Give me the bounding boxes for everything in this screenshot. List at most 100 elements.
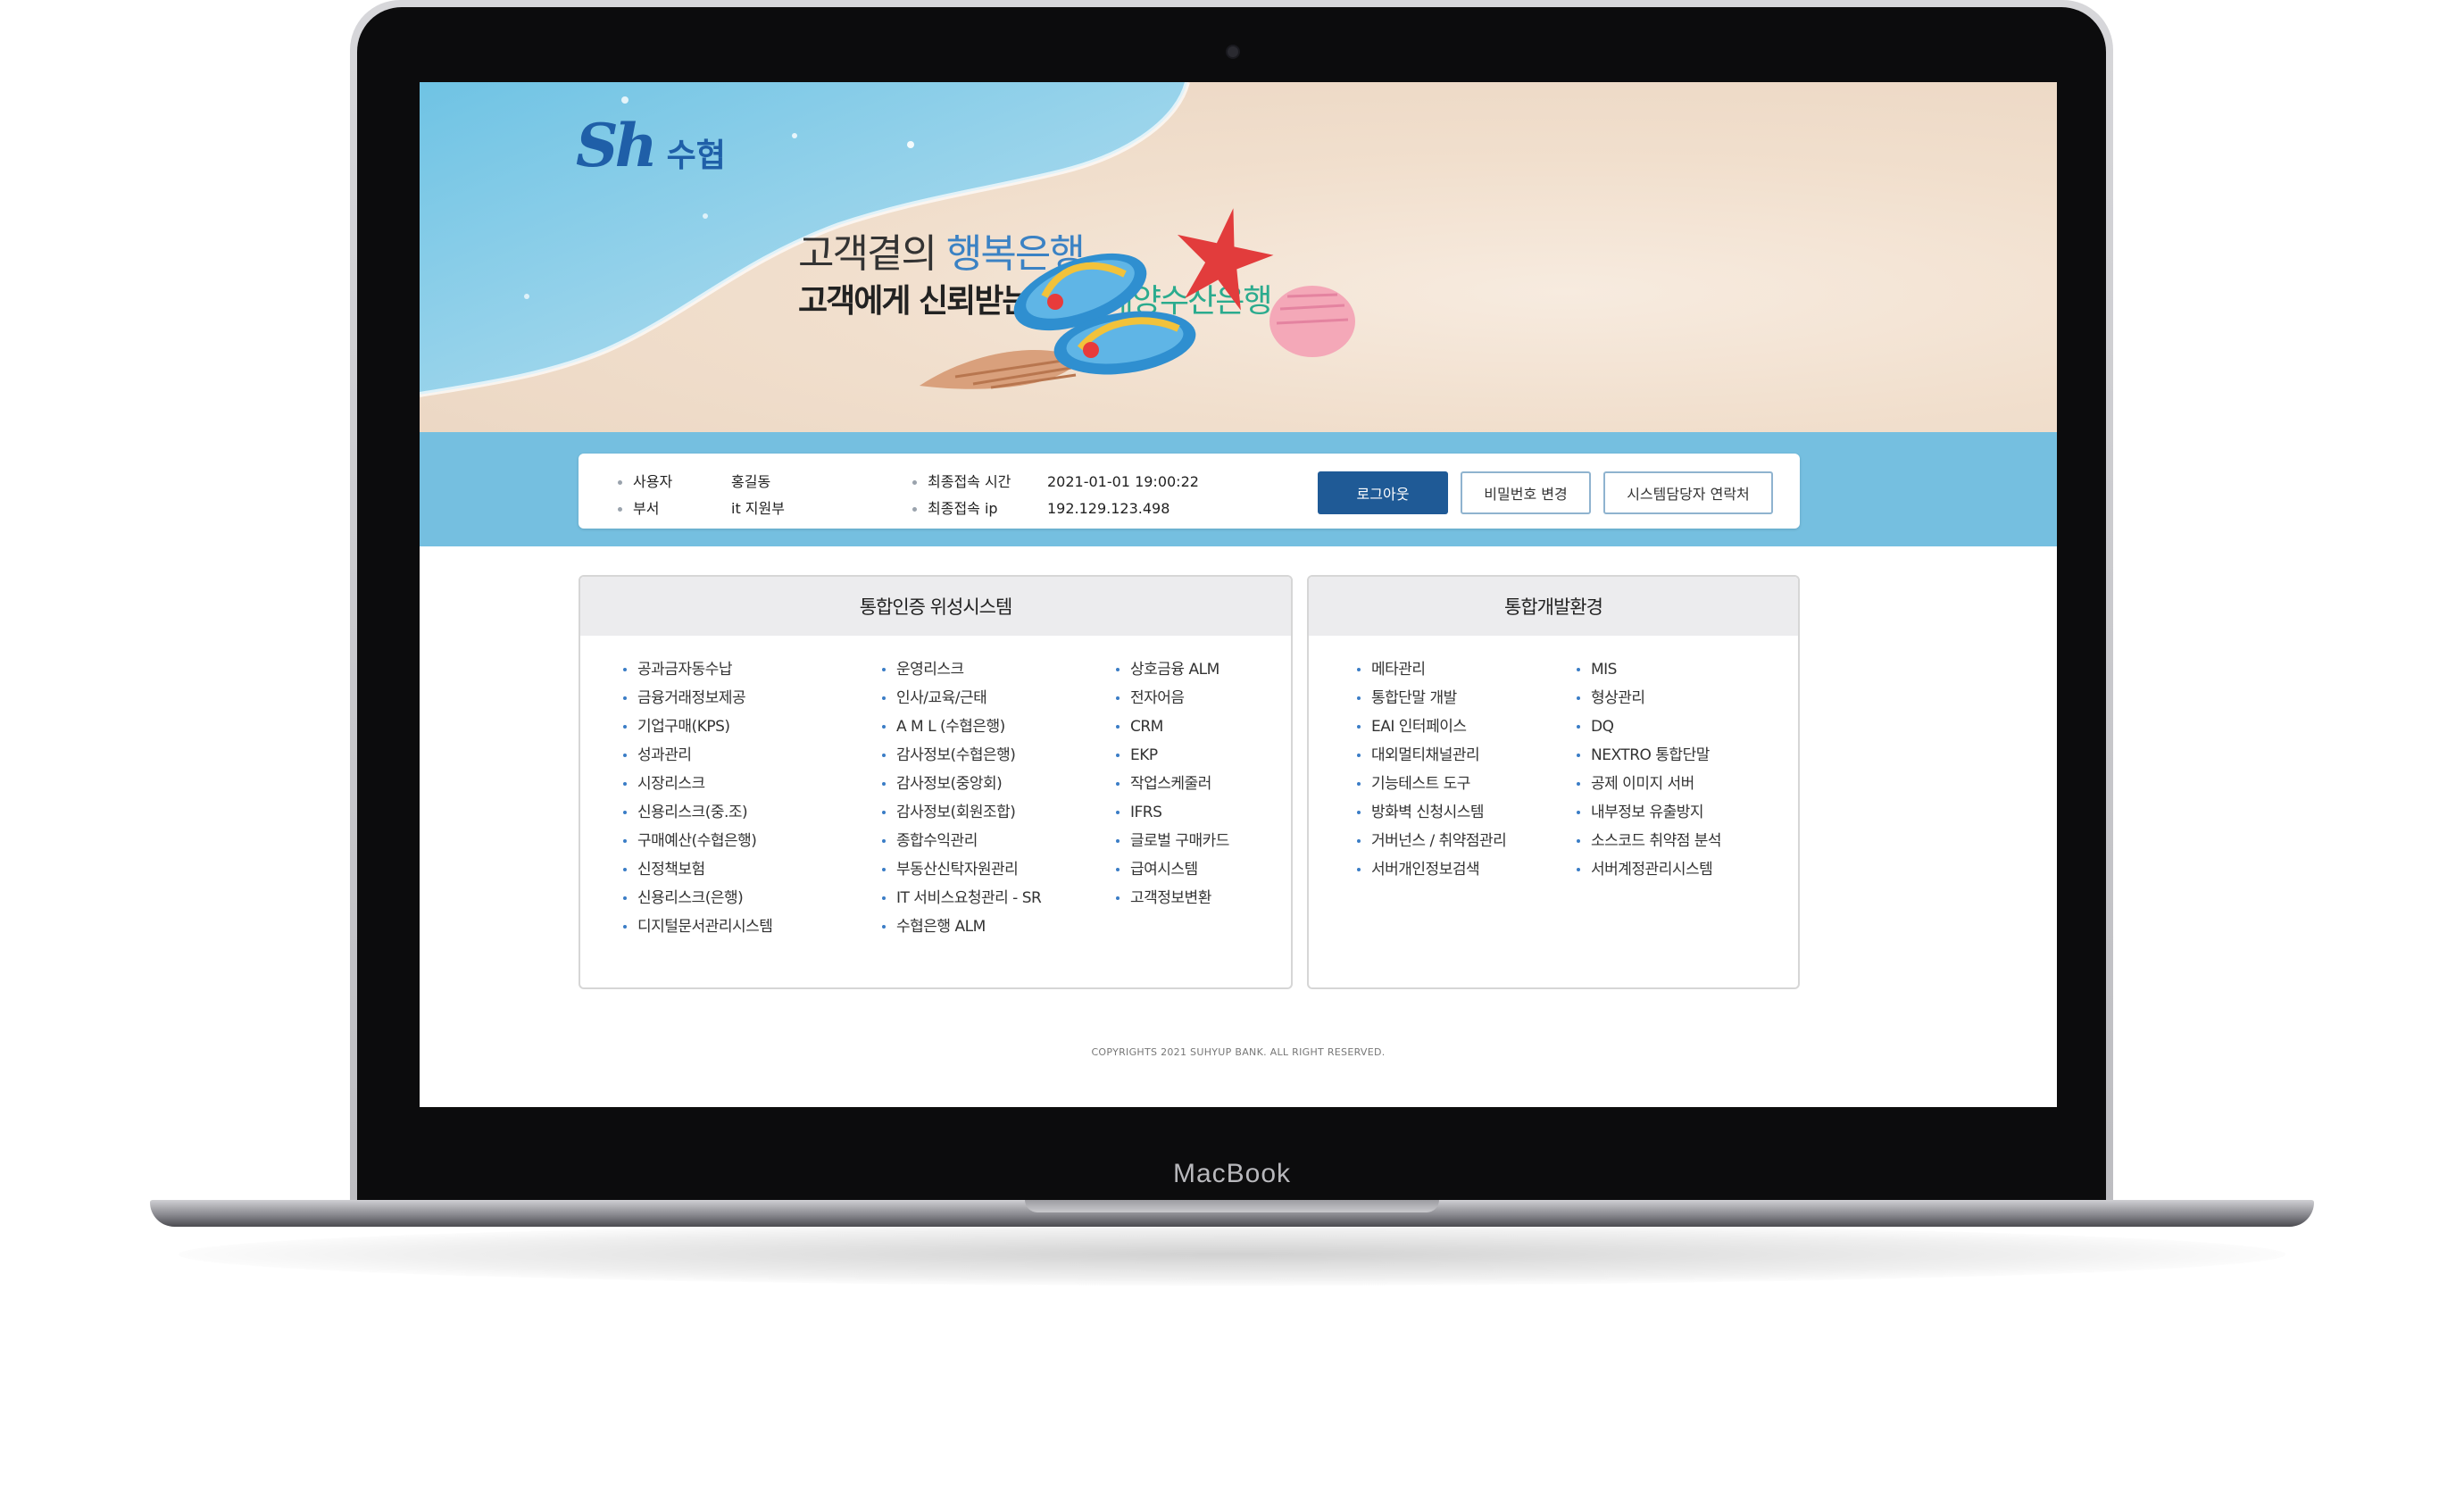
- system-link[interactable]: 신용리스크(중.조): [623, 798, 772, 827]
- system-link-label: 상호금융 ALM: [1130, 661, 1220, 679]
- system-link[interactable]: 감사정보(중앙회): [882, 770, 1041, 798]
- scallop-shell-icon: [1269, 286, 1355, 357]
- system-link[interactable]: 거버넌스 / 취약점관리: [1357, 827, 1507, 855]
- bullet-icon: [1577, 811, 1580, 814]
- system-link-label: 메타관리: [1371, 661, 1426, 679]
- bullet-icon: [623, 696, 627, 700]
- system-link[interactable]: 구매예산(수협은행): [623, 827, 772, 855]
- system-link[interactable]: 작업스케줄러: [1116, 770, 1229, 798]
- system-link[interactable]: 인사/교육/근태: [882, 684, 1041, 712]
- system-link[interactable]: 디지털문서관리시스템: [623, 912, 773, 941]
- bullet-icon: [1357, 668, 1361, 671]
- system-link[interactable]: 감사정보(회원조합): [882, 798, 1041, 827]
- bullet-icon: [882, 725, 886, 729]
- system-link-label: 신용리스크(은행): [637, 889, 744, 907]
- system-link-label: 글로벌 구매카드: [1130, 832, 1229, 850]
- screen: Sh 수협 고객곁의 행복은행 고객에게 신뢰받는 일류 해양수산은행 사용자 …: [420, 82, 2057, 1107]
- system-link[interactable]: MIS: [1577, 655, 1721, 684]
- system-link[interactable]: 서버계정관리시스템: [1577, 855, 1721, 884]
- system-link[interactable]: 방화벽 신청시스템: [1357, 798, 1506, 827]
- hero-banner: Sh 수협 고객곁의 행복은행 고객에게 신뢰받는 일류 해양수산은행: [420, 82, 2057, 432]
- bullet-icon: [912, 480, 917, 485]
- bullet-icon: [1116, 696, 1120, 700]
- system-link[interactable]: 부동산신탁자원관리: [882, 855, 1041, 884]
- bullet-icon: [882, 696, 886, 700]
- system-link[interactable]: 신정책보험: [623, 855, 772, 884]
- bullet-icon: [623, 754, 627, 757]
- system-list: 공과금자동수납 금융거래정보제공 기업구매(KPS) 성과관리시장리스크신용리스크(중…: [623, 655, 773, 941]
- bullet-icon: [1577, 782, 1580, 786]
- bullet-icon: [1577, 725, 1580, 729]
- system-link[interactable]: 대외멀티채널관리: [1357, 741, 1506, 770]
- system-link-label: 인사/교육/근태: [896, 689, 987, 707]
- system-link-label: 서버계정관리시스템: [1591, 861, 1713, 879]
- system-link[interactable]: A M L (수협은행): [882, 712, 1041, 741]
- system-link[interactable]: IFRS: [1116, 798, 1229, 827]
- system-link[interactable]: 전자어음: [1116, 684, 1229, 712]
- system-link[interactable]: 기능테스트 도구: [1357, 770, 1506, 798]
- bullet-icon: [882, 839, 886, 843]
- logout-button[interactable]: 로그아웃: [1318, 471, 1448, 514]
- system-link[interactable]: 수협은행 ALM: [882, 912, 1041, 941]
- system-link-label: 소스코드 취약점 분석: [1591, 832, 1722, 850]
- system-link-label: 신정책보험: [637, 861, 705, 879]
- bullet-icon: [882, 925, 886, 929]
- system-link[interactable]: 급여시스템: [1116, 855, 1229, 884]
- system-link[interactable]: 서버개인정보검색: [1357, 855, 1506, 884]
- system-link[interactable]: 성과관리: [623, 741, 772, 770]
- system-link[interactable]: IT 서비스요청관리 - SR: [882, 884, 1042, 912]
- bullet-icon: [1357, 725, 1361, 729]
- system-link-label: 기능테스트 도구: [1371, 775, 1470, 793]
- system-link-label: 대외멀티채널관리: [1371, 746, 1480, 764]
- system-link-label: 서버개인정보검색: [1371, 861, 1480, 879]
- bullet-icon: [1577, 839, 1580, 843]
- system-link-label: 감사정보(회원조합): [896, 804, 1016, 821]
- change-password-button[interactable]: 비밀번호 변경: [1461, 471, 1591, 514]
- system-link[interactable]: 금융거래정보제공: [623, 684, 772, 712]
- system-link[interactable]: 형상관리: [1577, 684, 1721, 712]
- system-link[interactable]: 내부정보 유출방지: [1577, 798, 1721, 827]
- laptop-notch: [1025, 1200, 1439, 1212]
- system-link[interactable]: 글로벌 구매카드: [1116, 827, 1229, 855]
- system-link[interactable]: EKP: [1116, 741, 1229, 770]
- bullet-icon: [1116, 725, 1120, 729]
- system-link-label: DQ: [1591, 718, 1614, 736]
- bullet-icon: [882, 868, 886, 871]
- system-link[interactable]: 종합수익관리: [882, 827, 1041, 855]
- last-time-value: 2021-01-01 19:00:22: [1047, 473, 1199, 490]
- user-label: 사용자: [633, 473, 673, 490]
- system-link-label: 시장리스크: [637, 775, 705, 793]
- panel-title: 통합인증 위성시스템: [580, 577, 1291, 636]
- system-link[interactable]: 상호금융 ALM: [1116, 655, 1229, 684]
- system-link[interactable]: 공과금자동수납: [623, 655, 772, 684]
- system-link-label: 급여시스템: [1130, 861, 1198, 879]
- system-link[interactable]: 고객정보변환: [1116, 884, 1229, 912]
- system-link[interactable]: 공제 이미지 서버: [1577, 770, 1721, 798]
- system-link[interactable]: DQ: [1577, 712, 1721, 741]
- system-link[interactable]: 소스코드 취약점 분석: [1577, 827, 1722, 855]
- system-link[interactable]: 신용리스크(은행): [623, 884, 772, 912]
- system-link[interactable]: 기업구매(KPS): [623, 712, 772, 741]
- system-link-label: EKP: [1130, 746, 1158, 764]
- user-info-bar: 사용자 홍길동 부서 it 지원부 최종접속 시간 2021-01-01 19:00:…: [420, 432, 2057, 546]
- system-link-label: CRM: [1130, 718, 1163, 736]
- system-link[interactable]: EAI 인터페이스: [1357, 712, 1506, 741]
- system-link[interactable]: CRM: [1116, 712, 1229, 741]
- bullet-icon: [623, 839, 627, 843]
- system-link[interactable]: 감사정보(수협은행): [882, 741, 1041, 770]
- system-link[interactable]: 메타관리: [1357, 655, 1506, 684]
- system-link-label: MIS: [1591, 661, 1617, 679]
- last-time-label: 최종접속 시간: [928, 473, 1011, 490]
- beach-illustration: [920, 208, 1355, 389]
- system-link-label: EAI 인터페이스: [1371, 718, 1467, 736]
- system-link-label: 전자어음: [1130, 689, 1185, 707]
- bullet-icon: [1357, 696, 1361, 700]
- system-link[interactable]: 통합단말 개발: [1357, 684, 1506, 712]
- system-link-label: A M L (수협은행): [896, 718, 1005, 736]
- system-list: 메타관리통합단말 개발 EAI 인터페이스대외멀티채널관리기능테스트 도구방화벽 …: [1357, 655, 1507, 884]
- system-link[interactable]: 시장리스크: [623, 770, 772, 798]
- system-link[interactable]: 운영리스크: [882, 655, 1041, 684]
- starfish-icon: [1177, 208, 1274, 311]
- contact-admin-button[interactable]: 시스템담당자 연락처: [1603, 471, 1773, 514]
- system-link[interactable]: NEXTRO 통합단말: [1577, 741, 1721, 770]
